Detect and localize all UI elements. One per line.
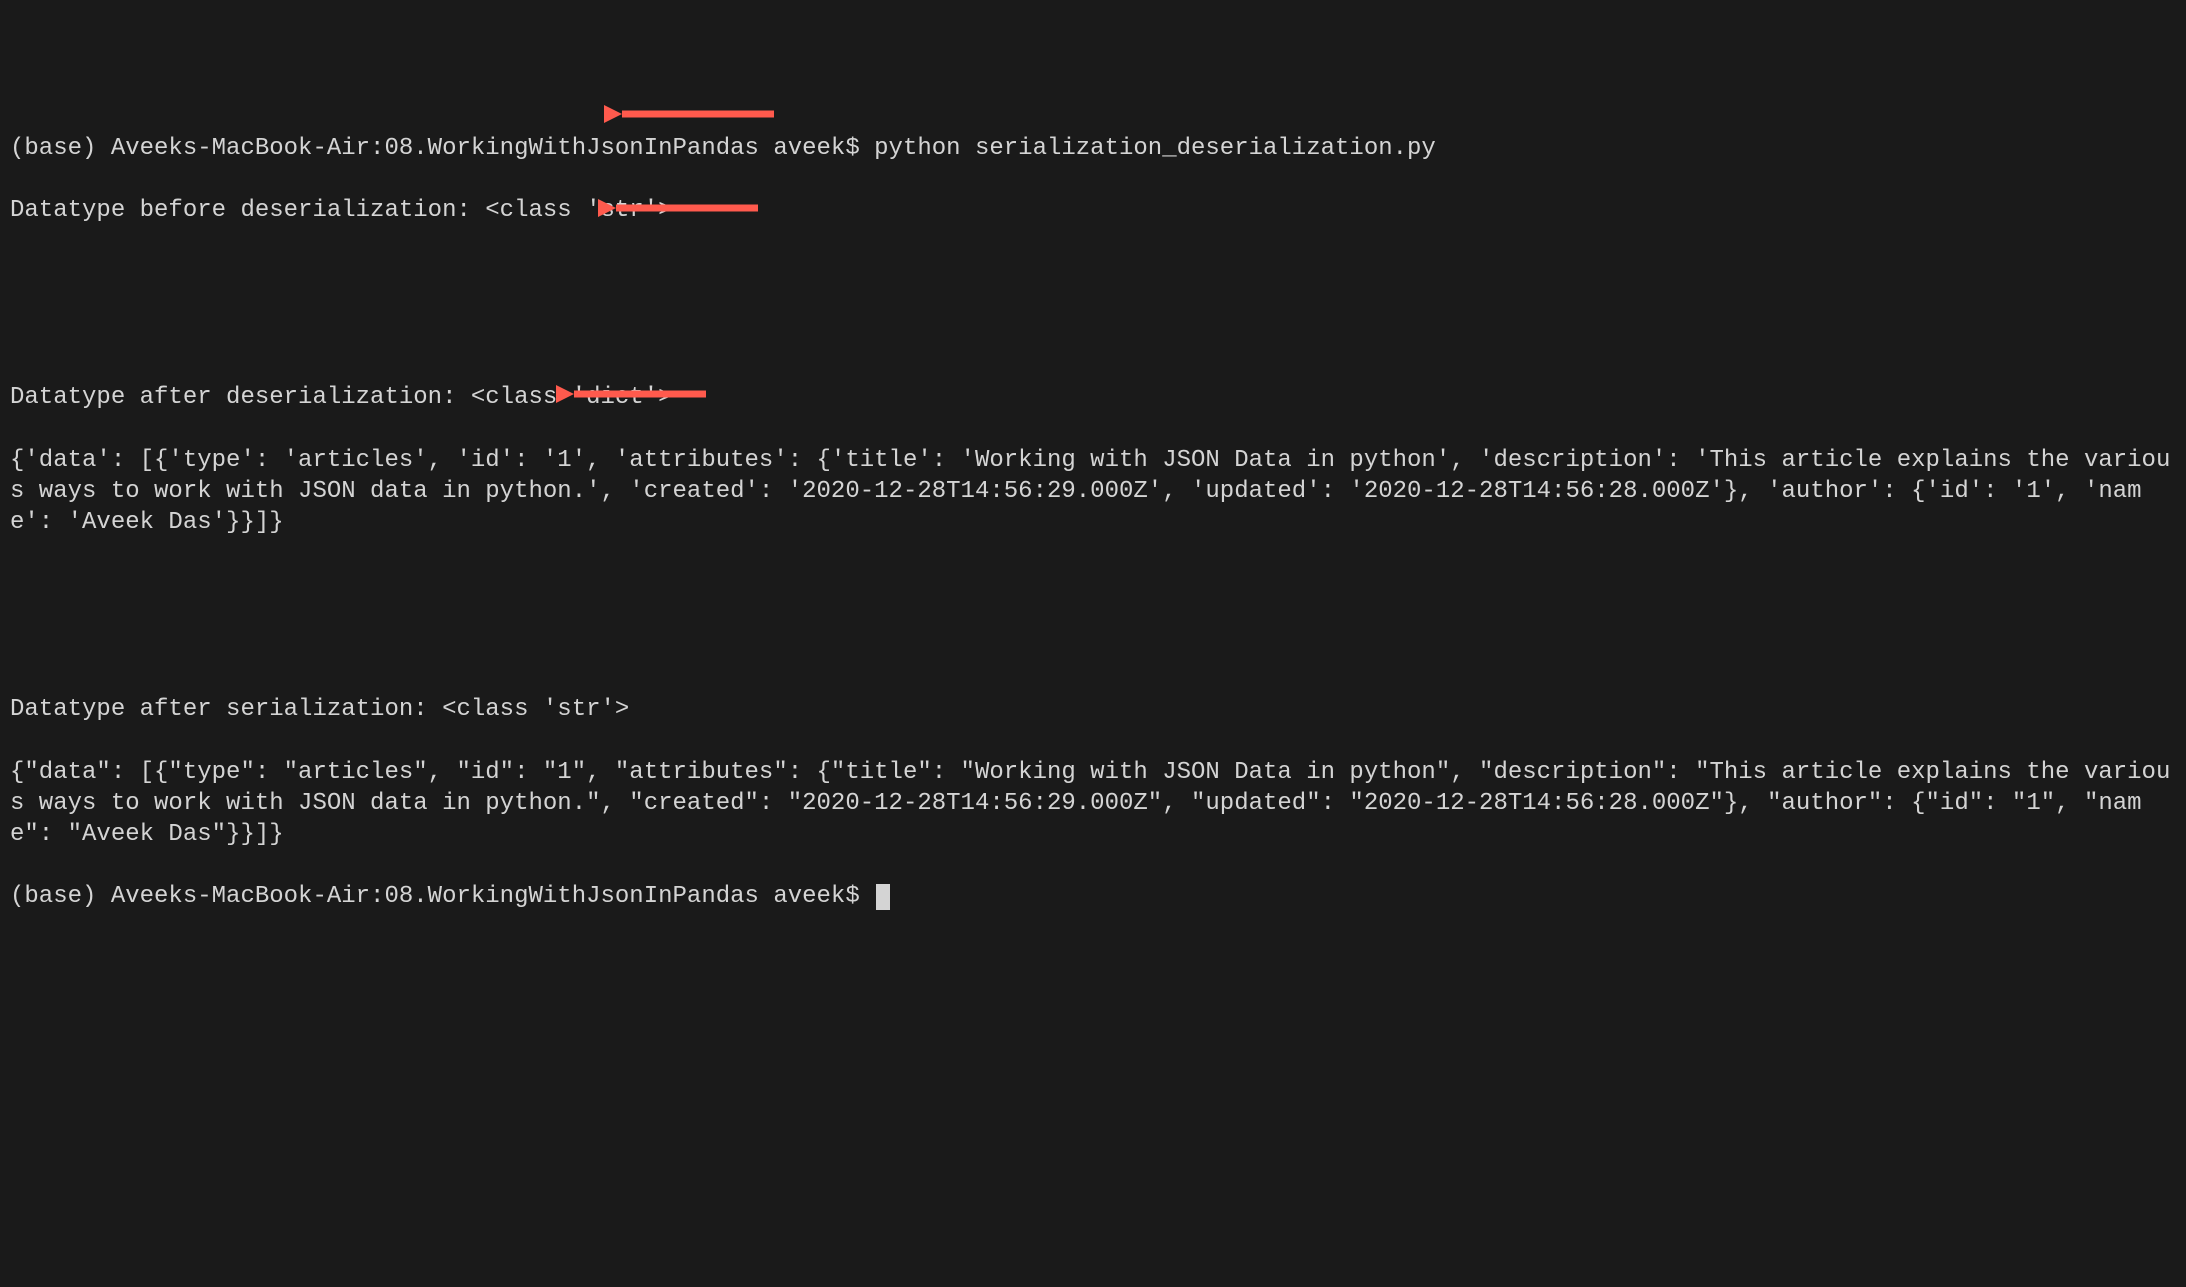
shell-prompt: (base) Aveeks-MacBook-Air:08.WorkingWith… [10, 135, 874, 162]
output-dict-content: {'data': [{'type': 'articles', 'id': '1'… [10, 445, 2176, 539]
shell-prompt: (base) Aveeks-MacBook-Air:08.WorkingWith… [10, 883, 874, 910]
output-before-deserialization: Datatype before deserialization: <class … [10, 195, 2176, 226]
command-text: python serialization_deserialization.py [874, 135, 1436, 162]
cursor-icon [876, 884, 890, 910]
output-after-deserialization: Datatype after deserialization: <class '… [10, 382, 2176, 413]
blank-line [10, 258, 2176, 289]
terminal-line-prompt-waiting[interactable]: (base) Aveeks-MacBook-Air:08.WorkingWith… [10, 881, 2176, 912]
blank-line [10, 632, 2176, 663]
blank-line [10, 320, 2176, 351]
output-json-content: {"data": [{"type": "articles", "id": "1"… [10, 757, 2176, 851]
output-after-serialization: Datatype after serialization: <class 'st… [10, 694, 2176, 725]
terminal-line-command: (base) Aveeks-MacBook-Air:08.WorkingWith… [10, 133, 2176, 164]
blank-line [10, 569, 2176, 600]
